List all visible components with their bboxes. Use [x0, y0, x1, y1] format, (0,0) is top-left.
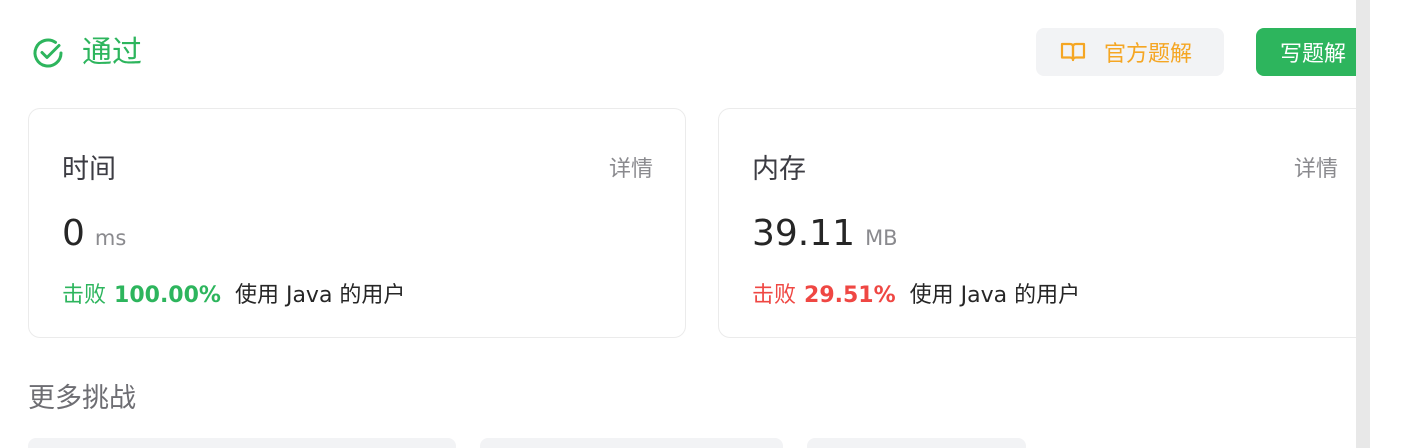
runtime-value: 0 ms	[62, 213, 126, 254]
runtime-detail-link[interactable]: 详情	[609, 151, 653, 183]
challenge-item[interactable]	[807, 438, 1026, 448]
memory-detail-link[interactable]: 详情	[1294, 151, 1338, 183]
book-icon	[1060, 42, 1086, 62]
runtime-beat-tail: 使用 Java 的用户	[234, 283, 406, 308]
status-text: 通过	[82, 35, 142, 70]
memory-beat-tail: 使用 Java 的用户	[909, 283, 1081, 308]
write-solution-label: 写题解	[1280, 42, 1347, 67]
write-solution-button[interactable]: 写题解	[1256, 28, 1356, 76]
runtime-unit: ms	[94, 226, 127, 250]
runtime-beat-text: 击败 100.00% 使用 Java 的用户	[62, 277, 405, 309]
memory-number: 39.11	[752, 213, 856, 254]
challenge-item[interactable]	[480, 438, 783, 448]
memory-unit: MB	[865, 226, 898, 250]
memory-title: 内存	[752, 154, 806, 185]
runtime-number: 0	[62, 213, 85, 254]
more-challenges-title: 更多挑战	[28, 383, 136, 414]
memory-beat-text: 击败 29.51% 使用 Java 的用户	[752, 277, 1080, 309]
official-solution-label: 官方题解	[1104, 42, 1193, 67]
runtime-beat-percent: 100.00%	[114, 283, 221, 308]
challenge-item[interactable]	[28, 438, 456, 448]
runtime-title: 时间	[62, 154, 116, 185]
vertical-scrollbar[interactable]	[1356, 0, 1370, 448]
memory-beat-label: 击败	[752, 283, 797, 308]
runtime-card: 时间 详情 0 ms 击败 100.00% 使用 Java 的用户	[28, 108, 686, 338]
memory-value: 39.11 MB	[752, 213, 898, 254]
memory-card: 内存 详情 39.11 MB 击败 29.51% 使用 Java 的用户	[718, 108, 1356, 338]
result-panel: 通过 官方题解 写题解 时间 详情 0 ms 击败 100.00% 使用 Jav…	[0, 0, 1356, 448]
check-circle-icon	[33, 38, 63, 68]
official-solution-button[interactable]: 官方题解	[1036, 28, 1224, 76]
runtime-beat-label: 击败	[62, 283, 107, 308]
accepted-status: 通过	[30, 32, 142, 74]
submission-result-page: 通过 官方题解 写题解 时间 详情 0 ms 击败 100.00% 使用 Jav…	[0, 0, 1420, 448]
memory-beat-percent: 29.51%	[804, 283, 896, 308]
